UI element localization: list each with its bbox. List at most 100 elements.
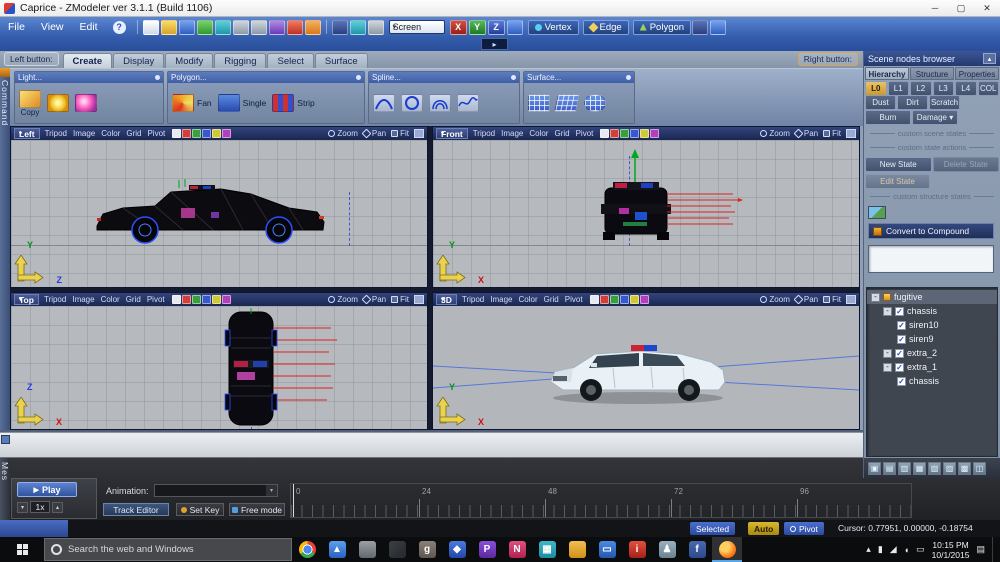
free-mode-button[interactable]: Free mode (229, 503, 285, 516)
burn-state-button[interactable]: Burn (865, 110, 911, 125)
minimize-button[interactable]: ─ (922, 0, 948, 16)
pin-icon[interactable] (511, 75, 516, 80)
snap-icon[interactable] (350, 20, 366, 35)
material-editor-icon[interactable] (305, 20, 321, 35)
viewport-menu-pivot[interactable]: Pivot (565, 295, 583, 304)
layer-l2-button[interactable]: L2 (910, 81, 932, 96)
maximize-viewport-button[interactable] (846, 295, 856, 304)
magnet-icon[interactable] (710, 20, 726, 35)
tree-node-fugitive[interactable]: - fugitive (867, 290, 997, 304)
grid-toggle-icon[interactable] (610, 295, 619, 304)
taskbar-app-firefox[interactable] (712, 537, 742, 562)
tab-select[interactable]: Select (267, 53, 313, 68)
fan-tool[interactable]: Fan (172, 94, 212, 112)
shade-mode-icon[interactable] (172, 295, 181, 304)
wireframe-toggle-icon[interactable] (610, 129, 619, 138)
dirt-state-button[interactable]: Dirt (897, 95, 928, 110)
visibility-checkbox[interactable]: ✓ (895, 307, 904, 316)
collapse-node-icon[interactable]: - (883, 349, 892, 358)
lights-toggle-icon[interactable] (640, 129, 649, 138)
delete-node-icon[interactable]: ▨ (943, 462, 956, 475)
export-node-icon[interactable]: ▤ (883, 462, 896, 475)
damage-state-button[interactable]: Damage ▾ (912, 110, 958, 125)
chevron-up-icon[interactable]: ▴ (866, 544, 871, 555)
layer-l4-button[interactable]: L4 (955, 81, 977, 96)
omni-light-icon[interactable] (47, 94, 69, 112)
viewport-top-name-button[interactable]: Top▾ (14, 294, 39, 305)
taskbar-app-contacts[interactable]: ♟ (652, 537, 682, 562)
state-thumbnail-icon[interactable] (868, 206, 886, 219)
surface-grid-icon[interactable] (528, 94, 550, 112)
visibility-checkbox[interactable]: ✓ (895, 349, 904, 358)
redo-icon[interactable] (251, 20, 267, 35)
speed-down-button[interactable]: ▾ (17, 502, 28, 513)
menu-view[interactable]: View (33, 19, 72, 35)
import-icon[interactable] (197, 20, 213, 35)
group-node-icon[interactable]: ▩ (958, 462, 971, 475)
pin-icon[interactable] (626, 75, 631, 80)
viewport-front-name-button[interactable]: Front▾ (436, 128, 468, 139)
vertex-mode-button[interactable]: Vertex (528, 20, 579, 35)
viewport-3d-name-button[interactable]: 3D▾ (436, 294, 457, 305)
camera-icon[interactable] (332, 20, 348, 35)
materials-toggle-icon[interactable] (650, 129, 659, 138)
touch-keyboard-icon[interactable]: ▭ (916, 544, 925, 555)
maximize-viewport-button[interactable] (846, 129, 856, 138)
viewport-3d-canvas[interactable]: Y X (433, 306, 859, 429)
shade-mode-icon[interactable] (600, 129, 609, 138)
scratch-state-button[interactable]: Scratch (929, 95, 960, 110)
zoom-tool[interactable]: Zoom (328, 129, 357, 138)
fit-tool[interactable]: Fit (823, 129, 841, 138)
spline-coil-icon[interactable] (429, 94, 451, 112)
pin-icon[interactable] (356, 75, 361, 80)
taskbar-app-purple[interactable]: P (472, 537, 502, 562)
taskbar-app-pen[interactable] (382, 537, 412, 562)
tab-structure[interactable]: Structure (910, 67, 954, 80)
tree-node-extra-2[interactable]: - ✓ extra_2 (867, 346, 997, 360)
tab-modify[interactable]: Modify (165, 53, 213, 68)
visibility-checkbox[interactable]: ✓ (897, 321, 906, 330)
zoom-tool[interactable]: Zoom (328, 295, 357, 304)
save-icon[interactable] (179, 20, 195, 35)
axes-toggle-icon[interactable] (630, 129, 639, 138)
visibility-checkbox[interactable]: ✓ (897, 377, 906, 386)
close-button[interactable]: ✕ (974, 0, 1000, 16)
pan-tool[interactable]: Pan (363, 129, 386, 138)
tab-rigging[interactable]: Rigging (214, 53, 266, 68)
menu-file[interactable]: File (0, 19, 33, 35)
visibility-checkbox[interactable]: ✓ (897, 335, 906, 344)
tab-display[interactable]: Display (113, 53, 164, 68)
collapse-node-icon[interactable]: - (883, 363, 892, 372)
render-icon[interactable] (287, 20, 303, 35)
tree-node-chassis-2[interactable]: ✓ chassis (867, 374, 997, 388)
viewport-menu-pivot[interactable]: Pivot (147, 295, 165, 304)
viewport-menu-image[interactable]: Image (490, 295, 512, 304)
battery-icon[interactable]: ▮ (878, 544, 883, 555)
fit-tool[interactable]: Fit (391, 129, 409, 138)
tab-properties[interactable]: Properties (955, 67, 999, 80)
taskbar-app-folder[interactable] (562, 537, 592, 562)
open-file-icon[interactable] (161, 20, 177, 35)
messages-panel-tab[interactable]: Mes (0, 458, 10, 520)
spline-wave-icon[interactable] (457, 94, 479, 112)
playhead[interactable] (293, 484, 294, 517)
lights-toggle-icon[interactable] (630, 295, 639, 304)
viewport-menu-color[interactable]: Color (101, 129, 120, 138)
pivot-badge[interactable]: Pivot (784, 522, 824, 535)
volume-icon[interactable]: ◖ (904, 545, 909, 555)
gizmo-icon[interactable] (507, 20, 523, 35)
lights-toggle-icon[interactable] (212, 129, 221, 138)
taskbar-app-gimp[interactable]: g (412, 537, 442, 562)
tab-hierarchy[interactable]: Hierarchy (865, 67, 909, 80)
viewport-front-canvas[interactable]: Y X (433, 140, 859, 287)
play-button[interactable]: ▶ Play (17, 482, 77, 497)
action-center-icon[interactable]: ▤ (976, 544, 985, 555)
layer-l1-button[interactable]: L1 (888, 81, 910, 96)
selected-badge[interactable]: Selected (690, 522, 735, 535)
zoom-tool[interactable]: Zoom (760, 295, 789, 304)
viewport-menu-tripod[interactable]: Tripod (462, 295, 484, 304)
track-editor-button[interactable]: Track Editor (103, 503, 169, 516)
viewport-menu-tripod[interactable]: Tripod (473, 129, 495, 138)
materials-toggle-icon[interactable] (222, 129, 231, 138)
viewport-menu-color[interactable]: Color (101, 295, 120, 304)
